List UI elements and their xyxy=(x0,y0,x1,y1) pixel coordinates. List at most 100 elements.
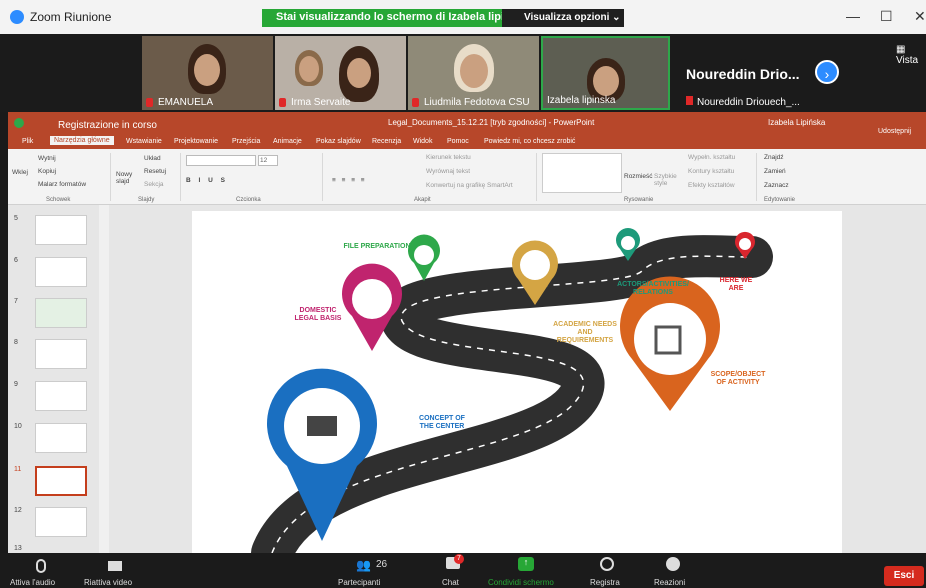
participant-name: Liudmila Fedotova CSU xyxy=(424,97,530,108)
doc-title: Legal_Documents_15.12.21 [tryb zgodności… xyxy=(388,118,595,127)
copy-button[interactable]: Kopiuj xyxy=(38,168,56,175)
replace-button[interactable]: Zamień xyxy=(764,168,786,175)
participant-name: Izabela lipinska xyxy=(547,95,616,106)
section-button[interactable]: Sekcja xyxy=(144,181,164,188)
share-screen-icon[interactable]: ↑ xyxy=(518,557,534,571)
participant-tile[interactable]: EMANUELA xyxy=(142,36,273,110)
group-clipboard: Schowek xyxy=(46,197,71,203)
paragraph-align-buttons[interactable]: ≡ ≡ ≡ ≡ xyxy=(332,177,367,184)
record-icon[interactable] xyxy=(600,557,614,571)
share-banner: Stai visualizzando lo schermo di Izabela… xyxy=(262,9,624,27)
zoom-title-bar: Zoom Riunione Stai visualizzando lo sche… xyxy=(0,0,926,34)
font-style-buttons[interactable]: B I U S xyxy=(186,177,228,184)
tab-insert[interactable]: Wstawianie xyxy=(126,138,162,145)
mic-muted-icon xyxy=(279,98,286,107)
thumbnail-scrollbar[interactable] xyxy=(99,205,109,553)
window-title: Zoom Riunione xyxy=(30,10,112,24)
mic-off-icon[interactable] xyxy=(36,559,46,573)
text-direction-button[interactable]: Kierunek tekstu xyxy=(426,154,471,161)
label-actors: ACTORS/ACTIVITIES/ RELATIONS xyxy=(617,281,689,296)
arrange-button[interactable]: Rozmieść xyxy=(624,173,653,180)
shape-fill-button[interactable]: Wypełn. kształtu xyxy=(688,154,735,161)
label-domestic-legal-basis: DOMESTIC LEGAL BASIS xyxy=(294,307,342,322)
shapes-gallery[interactable] xyxy=(542,153,622,193)
slide-thumb[interactable] xyxy=(35,507,87,537)
shape-outline-button[interactable]: Kontury kształtu xyxy=(688,168,734,175)
paste-button[interactable]: Wklej xyxy=(12,169,28,176)
reactions-icon[interactable] xyxy=(666,557,680,571)
next-page-icon[interactable]: › xyxy=(815,60,839,84)
ribbon: Wklej Wytnij Kopiuj Malarz formatów Scho… xyxy=(8,149,926,205)
slide-canvas: FILE PREPARATION DOMESTIC LEGAL BASIS AC… xyxy=(192,211,842,574)
chat-badge: 7 xyxy=(454,554,464,564)
tab-design[interactable]: Projektowanie xyxy=(174,138,218,145)
share-message: Stai visualizzando lo schermo di Izabela… xyxy=(276,11,530,23)
leave-button[interactable]: Esci xyxy=(884,566,924,586)
group-editing: Edytowanie xyxy=(764,197,796,203)
participant-tile[interactable]: Irma Servaite xyxy=(275,36,406,110)
reactions-button[interactable]: Reazioni xyxy=(654,578,685,587)
tab-animations[interactable]: Animacje xyxy=(273,138,302,145)
view-button[interactable]: ▦ Vista xyxy=(896,44,926,66)
slide-thumb[interactable] xyxy=(35,215,87,245)
format-painter-button[interactable]: Malarz formatów xyxy=(38,181,86,188)
slide-thumb[interactable] xyxy=(35,381,87,411)
chat-button[interactable]: Chat xyxy=(442,578,459,587)
participant-tile-active[interactable]: Izabela lipinska xyxy=(541,36,670,110)
tab-review[interactable]: Recenzja xyxy=(372,138,401,145)
tab-file[interactable]: Plik xyxy=(22,138,33,145)
layout-button[interactable]: Układ xyxy=(144,155,161,162)
participant-name: EMANUELA xyxy=(158,97,214,108)
close-icon[interactable]: ✕ xyxy=(914,8,926,25)
shield-icon xyxy=(14,118,24,128)
label-here-we-are: HERE WE ARE xyxy=(719,277,753,292)
tab-slideshow[interactable]: Pokaz slajdów xyxy=(316,138,361,145)
zoom-logo-icon xyxy=(10,10,24,24)
font-size-input[interactable]: 12 xyxy=(258,155,278,166)
view-options-label: Visualizza opzioni xyxy=(524,12,610,23)
reset-button[interactable]: Resetuj xyxy=(144,168,166,175)
slide-thumb[interactable] xyxy=(35,298,87,328)
tell-me-search[interactable]: Powiedz mi, co chcesz zrobić xyxy=(484,138,575,145)
meeting-controls: Attiva l'audio Riattiva video 👥 26 Parte… xyxy=(0,553,926,588)
record-button[interactable]: Registra xyxy=(590,578,620,587)
marker-pin-green xyxy=(408,234,440,281)
find-button[interactable]: Znajdź xyxy=(764,154,784,161)
share-link[interactable]: Udostępnij xyxy=(878,128,911,135)
slide-thumb[interactable] xyxy=(35,339,87,369)
participants-button[interactable]: Partecipanti xyxy=(338,578,380,587)
quick-styles-button[interactable]: Szybkie style xyxy=(654,173,677,187)
share-screen-button[interactable]: Condividi schermo xyxy=(488,578,554,587)
maximize-icon[interactable]: ☐ xyxy=(880,8,893,25)
label-scope: SCOPE/OBJECT OF ACTIVITY xyxy=(710,371,766,386)
shape-effects-button[interactable]: Efekty kształtów xyxy=(688,182,735,189)
cut-button[interactable]: Wytnij xyxy=(38,155,56,162)
group-paragraph: Akapit xyxy=(414,197,431,203)
unmute-button[interactable]: Attiva l'audio xyxy=(10,578,55,587)
align-text-button[interactable]: Wyrównaj tekst xyxy=(426,168,470,175)
ppt-menu: Plik Narzędzia główne Wstawianie Projekt… xyxy=(8,136,926,149)
view-options-button[interactable]: Visualizza opzioni ⌄ xyxy=(502,9,624,27)
tab-transitions[interactable]: Przejścia xyxy=(232,138,260,145)
slide-thumb[interactable] xyxy=(35,423,87,453)
user-name: Izabela Lipińska xyxy=(768,118,826,127)
participants-icon[interactable]: 👥 xyxy=(356,558,371,572)
new-slide-button[interactable]: Nowy slajd xyxy=(116,171,136,185)
label-file-preparation: FILE PREPARATION xyxy=(343,243,411,250)
slide-thumb-selected[interactable] xyxy=(35,466,87,496)
smartart-button[interactable]: Konwertuj na grafikę SmartArt xyxy=(426,182,513,189)
tab-view[interactable]: Widok xyxy=(413,138,432,145)
slide-thumb[interactable] xyxy=(35,257,87,287)
tab-home[interactable]: Narzędzia główne xyxy=(50,136,114,145)
recording-status: Registrazione in corso xyxy=(58,120,157,131)
participant-tile[interactable]: Liudmila Fedotova CSU xyxy=(408,36,539,110)
video-off-icon[interactable] xyxy=(108,561,122,571)
group-font: Czcionka xyxy=(236,197,261,203)
ppt-title-bar: Registrazione in corso Legal_Documents_1… xyxy=(8,112,926,136)
select-button[interactable]: Zaznacz xyxy=(764,182,789,189)
minimize-icon[interactable]: — xyxy=(846,8,860,24)
start-video-button[interactable]: Riattiva video xyxy=(84,578,132,587)
participant-name: Irma Servaite xyxy=(291,97,351,108)
tab-help[interactable]: Pomoc xyxy=(447,138,469,145)
font-name-input[interactable] xyxy=(186,155,256,166)
